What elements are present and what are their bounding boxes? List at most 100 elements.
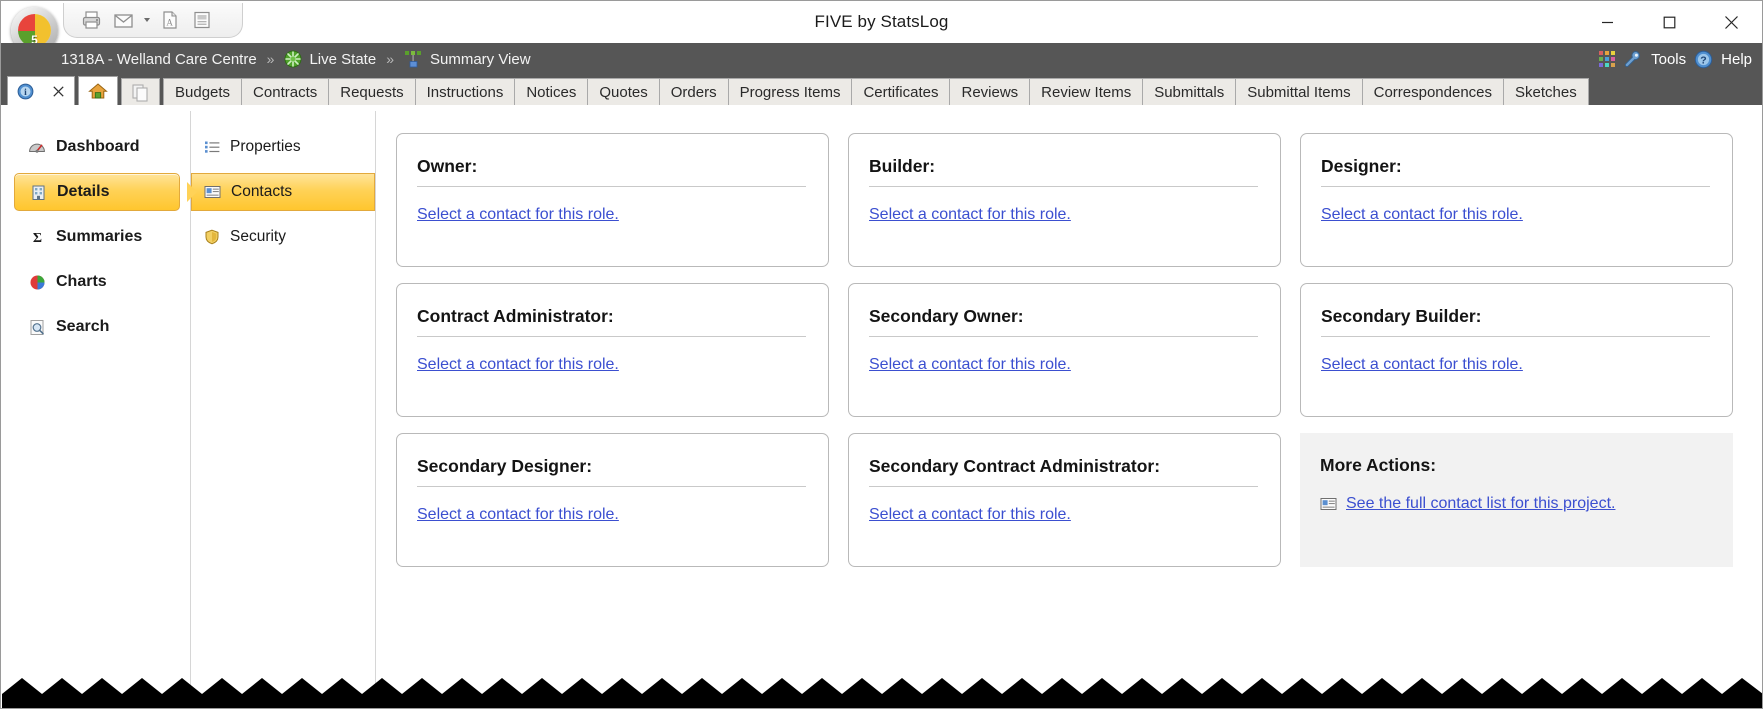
list-icon bbox=[203, 139, 220, 156]
apps-grid-icon[interactable] bbox=[1599, 51, 1616, 67]
sidebar-item-search[interactable]: Search bbox=[14, 308, 180, 346]
tab-correspondences[interactable]: Correspondences bbox=[1361, 78, 1505, 105]
contact-card-designer: Designer: Select a contact for this role… bbox=[1300, 133, 1733, 267]
tab-review-items[interactable]: Review Items bbox=[1029, 78, 1144, 105]
tab-progress-items[interactable]: Progress Items bbox=[727, 78, 853, 105]
pages-icon bbox=[132, 83, 148, 102]
select-contact-link[interactable]: Select a contact for this role. bbox=[869, 506, 1071, 524]
breadcrumb-item-live-state[interactable]: Live State bbox=[309, 51, 376, 68]
close-button[interactable] bbox=[1700, 1, 1762, 43]
more-actions-panel: More Actions: See the full contact list … bbox=[1300, 433, 1733, 567]
breadcrumb-item-project[interactable]: 1318A - Welland Care Centre bbox=[61, 51, 257, 68]
full-contact-list-link[interactable]: See the full contact list for this proje… bbox=[1320, 495, 1713, 513]
live-state-icon bbox=[284, 50, 302, 68]
tab-reviews[interactable]: Reviews bbox=[949, 78, 1031, 105]
breadcrumb-separator: » bbox=[266, 51, 275, 67]
select-contact-link[interactable]: Select a contact for this role. bbox=[417, 206, 619, 224]
subnav-item-contacts[interactable]: Contacts bbox=[191, 173, 375, 211]
subnav-item-label: Properties bbox=[230, 138, 301, 155]
svg-text:i: i bbox=[24, 88, 27, 98]
select-contact-link[interactable]: Select a contact for this role. bbox=[1321, 356, 1523, 374]
contact-card-builder: Builder: Select a contact for this role. bbox=[848, 133, 1281, 267]
subnav: Properties Contacts Security bbox=[191, 111, 376, 708]
help-button[interactable]: Help bbox=[1721, 51, 1752, 68]
tab-certificates[interactable]: Certificates bbox=[851, 78, 951, 105]
header-actions: Tools ? Help bbox=[1599, 43, 1752, 75]
card-title: Secondary Designer: bbox=[417, 456, 806, 487]
contact-card-secondary-contract-administrator: Secondary Contract Administrator: Select… bbox=[848, 433, 1281, 567]
card-title: Secondary Owner: bbox=[869, 306, 1258, 337]
tab-submittal-items[interactable]: Submittal Items bbox=[1235, 78, 1363, 105]
window-controls bbox=[1576, 1, 1762, 43]
contact-card-secondary-designer: Secondary Designer: Select a contact for… bbox=[396, 433, 829, 567]
application-window: 5 A FIVE by StatsLog 1318A - Welland Car… bbox=[0, 0, 1763, 709]
tab-requests[interactable]: Requests bbox=[328, 78, 416, 105]
contact-card-secondary-owner: Secondary Owner: Select a contact for th… bbox=[848, 283, 1281, 417]
dashboard-gauge-icon bbox=[28, 138, 46, 156]
tab-sketches[interactable]: Sketches bbox=[1503, 78, 1589, 105]
sidebar-item-summaries[interactable]: Σ Summaries bbox=[14, 218, 180, 256]
sidebar-item-label: Details bbox=[57, 183, 110, 200]
tab-orders[interactable]: Orders bbox=[658, 78, 729, 105]
tab-pages[interactable] bbox=[121, 78, 160, 105]
details-building-icon bbox=[29, 183, 47, 201]
summary-view-icon bbox=[404, 50, 423, 68]
svg-text:Σ: Σ bbox=[32, 231, 41, 246]
tab-home[interactable] bbox=[78, 76, 118, 105]
subnav-item-label: Contacts bbox=[231, 183, 293, 200]
subnav-item-properties[interactable]: Properties bbox=[191, 128, 375, 166]
tools-wrench-icon[interactable] bbox=[1623, 49, 1643, 69]
card-title: Secondary Builder: bbox=[1321, 306, 1710, 337]
contact-card-owner: Owner: Select a contact for this role. bbox=[396, 133, 829, 267]
svg-text:?: ? bbox=[1700, 54, 1706, 66]
sidebar-item-details[interactable]: Details bbox=[14, 173, 180, 211]
help-question-icon[interactable]: ? bbox=[1694, 50, 1713, 69]
card-title: Builder: bbox=[869, 156, 1258, 187]
breadcrumb: 1318A - Welland Care Centre » Live State… bbox=[1, 43, 1762, 75]
sidebar-item-dashboard[interactable]: Dashboard bbox=[14, 128, 180, 166]
subnav-item-security[interactable]: Security bbox=[191, 218, 375, 256]
contact-card-icon bbox=[1320, 497, 1337, 511]
select-contact-link[interactable]: Select a contact for this role. bbox=[869, 206, 1071, 224]
sidebar-item-label: Dashboard bbox=[56, 138, 140, 155]
full-contact-list-label: See the full contact list for this proje… bbox=[1346, 495, 1616, 512]
select-contact-link[interactable]: Select a contact for this role. bbox=[869, 356, 1071, 374]
tab-info[interactable]: i bbox=[7, 76, 44, 105]
tools-button[interactable]: Tools bbox=[1651, 51, 1686, 68]
tab-instructions[interactable]: Instructions bbox=[414, 78, 516, 105]
card-title: Contract Administrator: bbox=[417, 306, 806, 337]
search-icon bbox=[28, 318, 46, 336]
tab-close-document[interactable] bbox=[43, 76, 75, 105]
window-title: FIVE by StatsLog bbox=[814, 12, 949, 31]
tab-quotes[interactable]: Quotes bbox=[587, 78, 660, 105]
contact-card-grid: Owner: Select a contact for this role. B… bbox=[396, 133, 1733, 567]
tab-budgets[interactable]: Budgets bbox=[163, 78, 243, 105]
card-title: Owner: bbox=[417, 156, 806, 187]
contact-card-secondary-builder: Secondary Builder: Select a contact for … bbox=[1300, 283, 1733, 417]
breadcrumb-item-summary-view[interactable]: Summary View bbox=[430, 51, 531, 68]
contact-card-icon bbox=[204, 184, 221, 201]
close-icon bbox=[53, 85, 64, 97]
pie-chart-icon bbox=[28, 273, 46, 291]
main-body: Dashboard Details Σ Summaries Charts Sea… bbox=[2, 111, 1761, 708]
tab-submittals[interactable]: Submittals bbox=[1142, 78, 1237, 105]
card-title: Designer: bbox=[1321, 156, 1710, 187]
info-icon: i bbox=[17, 83, 34, 99]
sidebar-item-label: Search bbox=[56, 318, 110, 335]
maximize-button[interactable] bbox=[1638, 1, 1700, 43]
sidebar: Dashboard Details Σ Summaries Charts Sea… bbox=[2, 111, 191, 708]
tab-contracts[interactable]: Contracts bbox=[241, 78, 330, 105]
select-contact-link[interactable]: Select a contact for this role. bbox=[417, 356, 619, 374]
subnav-item-label: Security bbox=[230, 228, 286, 245]
tab-notices[interactable]: Notices bbox=[514, 78, 589, 105]
card-title: Secondary Contract Administrator: bbox=[869, 456, 1258, 487]
shield-icon bbox=[203, 229, 220, 246]
tab-strip: i Budgets Contracts Requests Instruction… bbox=[1, 75, 1762, 105]
sidebar-item-charts[interactable]: Charts bbox=[14, 263, 180, 301]
minimize-button[interactable] bbox=[1576, 1, 1638, 43]
select-contact-link[interactable]: Select a contact for this role. bbox=[1321, 206, 1523, 224]
sigma-icon: Σ bbox=[28, 228, 46, 246]
select-contact-link[interactable]: Select a contact for this role. bbox=[417, 506, 619, 524]
contact-card-contract-administrator: Contract Administrator: Select a contact… bbox=[396, 283, 829, 417]
sidebar-item-label: Summaries bbox=[56, 228, 143, 245]
